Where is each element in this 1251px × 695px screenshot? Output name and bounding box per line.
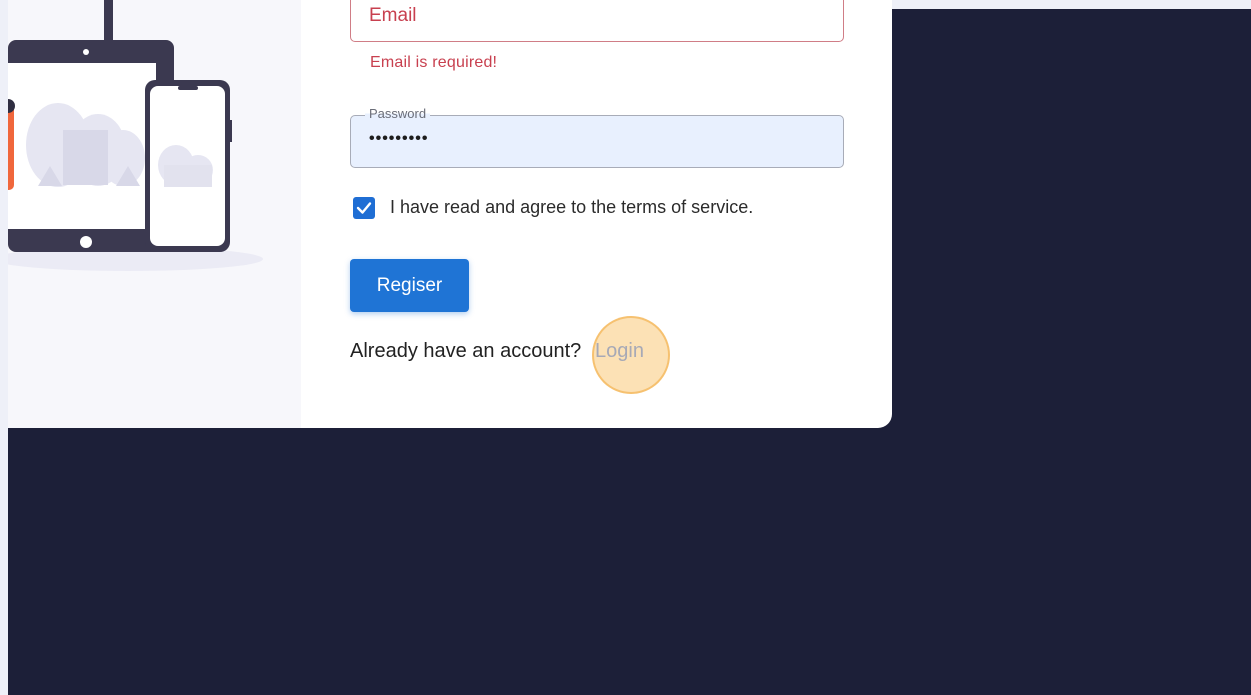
email-error-message: Email is required!	[370, 54, 498, 71]
devices-illustration	[8, 0, 263, 271]
terms-label[interactable]: I have read and agree to the terms of se…	[390, 197, 753, 218]
password-field[interactable]: •••••••••	[350, 115, 844, 168]
login-link[interactable]: Login	[595, 340, 644, 363]
password-label: Password	[365, 106, 431, 121]
register-card: Email Email is required! ••••••••• Passw…	[8, 0, 892, 428]
password-value: •••••••••	[369, 130, 429, 147]
register-button[interactable]: Regiser	[350, 259, 469, 312]
check-icon	[356, 202, 372, 214]
email-field[interactable]: Email	[350, 0, 844, 42]
terms-checkbox[interactable]	[353, 197, 375, 219]
email-placeholder: Email	[369, 5, 417, 26]
illustration-panel	[8, 0, 301, 428]
account-prompt: Already have an account?	[350, 340, 582, 362]
